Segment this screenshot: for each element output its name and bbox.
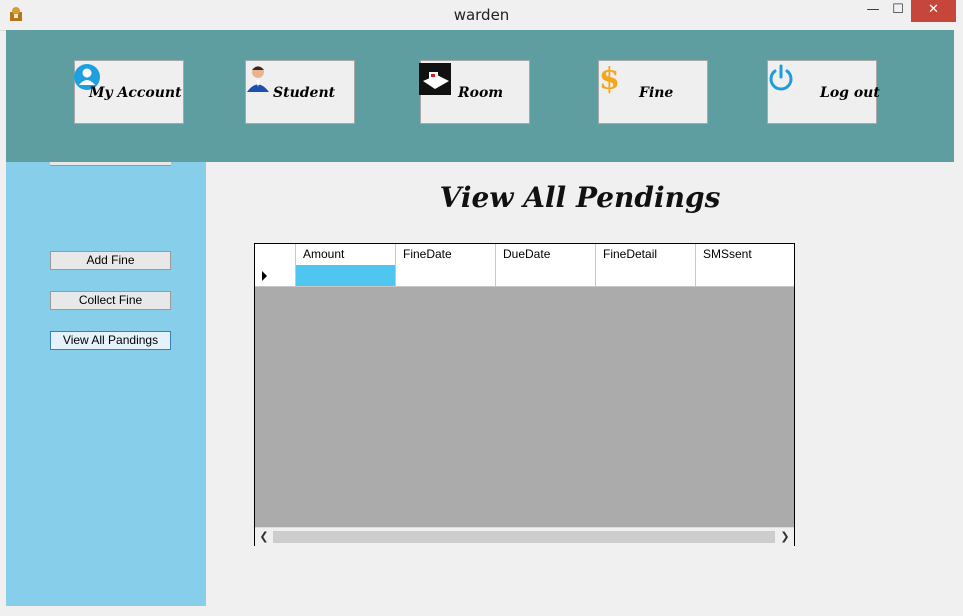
cell-amount[interactable]: [296, 265, 396, 287]
minimize-button[interactable]: —: [860, 0, 886, 22]
sidebar: Add Fine Collect Fine View All Pandings: [6, 162, 206, 606]
logout-button[interactable]: Log out: [767, 60, 880, 124]
pending-fines-grid[interactable]: Amount FineDate DueDate FineDetail SMSse…: [254, 243, 795, 546]
collect-fine-button[interactable]: Collect Fine: [50, 291, 171, 310]
window-edge-right: [954, 30, 963, 616]
room-label: Room: [458, 85, 504, 101]
logout-label: Log out: [820, 85, 880, 101]
horizontal-scrollbar[interactable]: ❮ ❯: [255, 527, 794, 546]
room-icon: [419, 63, 451, 95]
cell-finedate[interactable]: [396, 265, 496, 287]
student-button[interactable]: Student: [245, 60, 355, 124]
scroll-left-icon[interactable]: ❮: [256, 530, 272, 544]
cell-finedetail[interactable]: [596, 265, 696, 287]
column-header-smssent[interactable]: SMSsent: [696, 244, 794, 265]
fine-label: Fine: [639, 85, 674, 101]
maximize-button[interactable]: ☐: [886, 0, 910, 22]
row-header-corner: [255, 244, 296, 265]
grid-header: Amount FineDate DueDate FineDetail SMSse…: [255, 244, 794, 266]
student-icon: [247, 66, 269, 92]
column-header-finedate[interactable]: FineDate: [396, 244, 496, 265]
room-button[interactable]: Room: [419, 60, 530, 124]
window-edge-bottom: [0, 606, 963, 616]
view-all-pendings-button[interactable]: View All Pandings: [50, 331, 171, 350]
scroll-right-icon[interactable]: ❯: [777, 530, 793, 544]
window-title: warden: [453, 6, 510, 24]
column-header-finedetail[interactable]: FineDetail: [596, 244, 696, 265]
current-row-arrow-icon: [262, 271, 267, 281]
my-account-label: My Account: [89, 85, 182, 101]
cell-smssent[interactable]: [696, 265, 794, 287]
dollar-icon: $: [599, 63, 620, 95]
column-header-amount[interactable]: Amount: [296, 244, 396, 265]
column-header-duedate[interactable]: DueDate: [496, 244, 596, 265]
title-bar: warden — ☐ ✕: [0, 0, 963, 31]
header-nav: My Account Student Room $ Fine Log out: [6, 30, 954, 162]
power-icon: [769, 64, 793, 91]
page-title: View All Pendings: [439, 181, 721, 214]
fine-button[interactable]: $ Fine: [598, 60, 708, 124]
cell-duedate[interactable]: [496, 265, 596, 287]
table-row[interactable]: [255, 265, 794, 287]
row-header[interactable]: [255, 265, 296, 287]
sidebar-partial-button[interactable]: [50, 162, 171, 166]
close-button[interactable]: ✕: [911, 0, 956, 22]
student-label: Student: [273, 85, 336, 101]
svg-text:$: $: [599, 63, 620, 95]
my-account-button[interactable]: My Account: [74, 60, 184, 124]
add-fine-button[interactable]: Add Fine: [50, 251, 171, 270]
scrollbar-thumb[interactable]: [273, 531, 775, 543]
